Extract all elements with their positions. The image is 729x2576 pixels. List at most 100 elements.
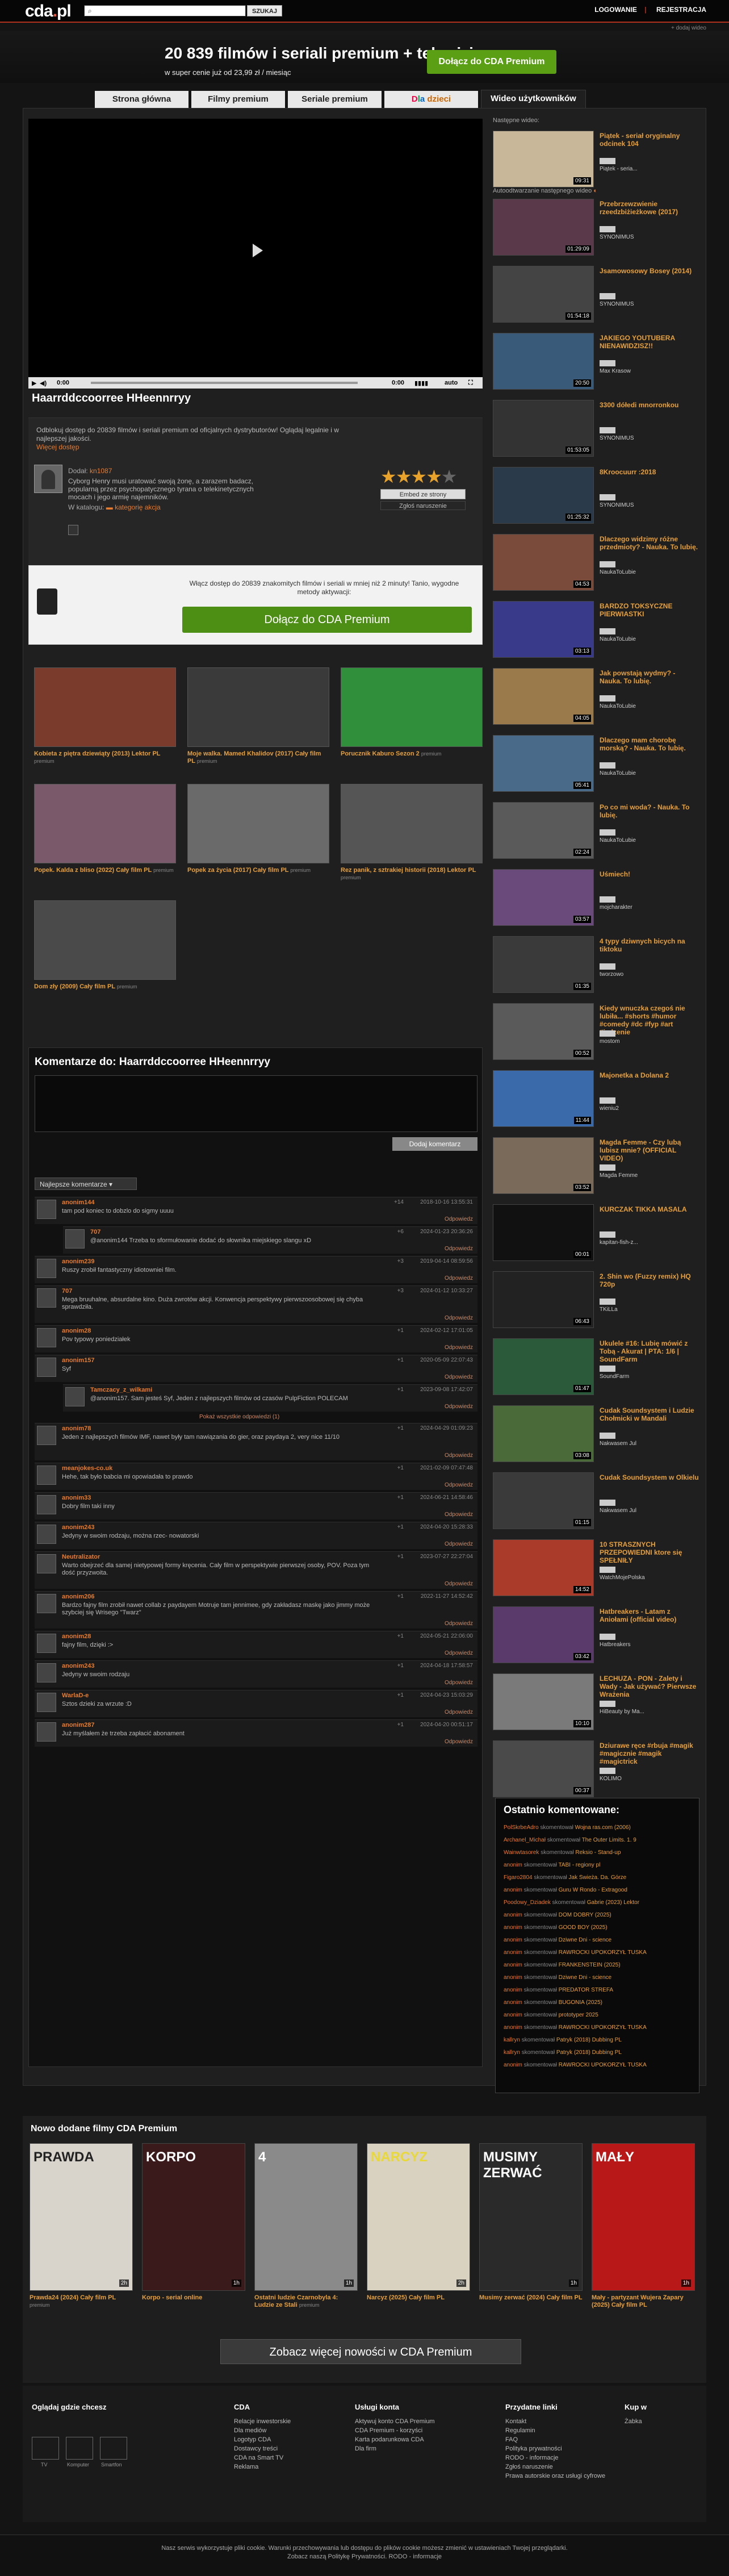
show-replies-link[interactable]: Pokaż wszystkie odpowiedzi (1) xyxy=(199,1414,279,1420)
video-title[interactable]: Jak powstają wydmy? - Nauka. To lubię. xyxy=(600,669,699,685)
computer-icon[interactable] xyxy=(66,2437,93,2460)
author-name[interactable]: anonim239 xyxy=(62,1258,94,1265)
video-uploader[interactable]: NaukaToLubie xyxy=(600,636,636,642)
related-title[interactable]: Moje walka. Mamed Khalidov (2017) Cały f… xyxy=(187,750,329,765)
reply-link[interactable]: Odpowiedz xyxy=(445,1621,473,1627)
video-title[interactable]: JAKIEGO YOUTUBERA NIENAWIDZISZ!! xyxy=(600,334,699,350)
privacy-link[interactable]: Zobacz naszą Politykę Prywatności. RODO … xyxy=(287,2553,442,2560)
reply-link[interactable]: Odpowiedz xyxy=(445,1650,473,1656)
premium-poster[interactable]: 4 1h xyxy=(254,2143,358,2291)
video-thumbnail[interactable]: 02:24 xyxy=(493,802,594,859)
recommended-video[interactable]: 11:44 Majonetka a Dolana 2 wieniu2 xyxy=(493,1070,702,1133)
recommended-video[interactable]: 02:24 Po co mi woda? - Nauka. To lubię. Na… xyxy=(493,802,702,865)
reply-link[interactable]: Odpowiedz xyxy=(445,1452,473,1459)
comment-votes[interactable]: +1 xyxy=(397,1357,404,1363)
comment-votes[interactable]: +1 xyxy=(397,1524,404,1530)
more-premium-button[interactable]: Zobacz więcej nowości w CDA Premium xyxy=(220,2339,521,2364)
video-player[interactable]: ▶ ◀) 0:00 0:00 ▮▮▮▮ auto ⛶ xyxy=(28,119,483,389)
avatar[interactable] xyxy=(37,1288,56,1308)
video-thumbnail[interactable]: 00:52 xyxy=(493,1003,594,1060)
reply-link[interactable]: Odpowiedz xyxy=(445,1275,473,1281)
recommended-video[interactable]: 01:15 Cudak Soundsystem w Olkielu Nakwasem… xyxy=(493,1472,702,1535)
video-uploader[interactable]: HiBeauty by Ma... xyxy=(600,1709,644,1715)
premium-poster[interactable]: PRAWDA 2h xyxy=(30,2143,133,2291)
video-uploader[interactable]: KOLIMO xyxy=(600,1776,622,1782)
related-item[interactable]: Rez panik, z sztrakiej historii (2018) L… xyxy=(341,784,483,882)
avatar[interactable] xyxy=(37,1722,56,1742)
comment-votes[interactable]: +1 xyxy=(397,1494,404,1501)
footer-link[interactable]: Zgłoś naruszenie xyxy=(505,2462,605,2471)
reply-link[interactable]: Odpowiedz xyxy=(445,1739,473,1745)
video-thumbnail[interactable]: 01:29:09 xyxy=(493,199,594,256)
recommended-video[interactable]: 01:25:32 8Kroocuurr :2018 SYNONIMUS xyxy=(493,467,702,529)
recent-user[interactable]: anonim xyxy=(504,1862,522,1868)
recent-target[interactable]: Wojna ras.com (2006) xyxy=(575,1825,631,1831)
login-link[interactable]: LOGOWANIE xyxy=(594,6,637,14)
comment-votes[interactable]: +1 xyxy=(397,1722,404,1728)
tab-premium-movies[interactable]: Filmy premium xyxy=(191,91,285,108)
related-title[interactable]: Kobieta z piętra dziewiąty (2013) Lektor… xyxy=(34,750,176,765)
video-title[interactable]: 10 STRASZNYCH PRZEPOWIEDNI ktore się SPE… xyxy=(600,1540,699,1564)
recent-target[interactable]: The Outer Limits. 1. 9 xyxy=(582,1837,636,1843)
video-thumbnail[interactable]: 00:37 xyxy=(493,1740,594,1797)
comment-votes[interactable]: +3 xyxy=(397,1288,404,1294)
footer-link[interactable]: Polityka prywatności xyxy=(505,2444,605,2453)
comment-votes[interactable]: +6 xyxy=(397,1229,404,1235)
comment-votes[interactable]: +1 xyxy=(397,1663,404,1669)
share-icon[interactable] xyxy=(68,525,78,535)
video-uploader[interactable]: kapitan-fish-z... xyxy=(600,1239,638,1246)
footer-link[interactable]: RODO - informacje xyxy=(505,2453,605,2462)
reply-link[interactable]: Odpowiedz xyxy=(445,1216,473,1222)
footer-link[interactable]: Karta podarunkowa CDA xyxy=(355,2435,435,2444)
video-thumbnail[interactable]: 03:08 xyxy=(493,1405,594,1462)
video-title[interactable]: Dlaczego widzimy różne przedmioty? - Nau… xyxy=(600,535,699,551)
footer-link[interactable]: Kontakt xyxy=(505,2417,605,2426)
avatar[interactable] xyxy=(37,1594,56,1613)
recent-target[interactable]: prototyper 2025 xyxy=(559,2012,598,2018)
related-item[interactable]: Porucznik Kaburo Sezon 2 premium xyxy=(341,667,483,758)
recent-target[interactable]: RAWROCKI UPOKORZYŁ TUSKA xyxy=(559,1949,647,1956)
comment-votes[interactable]: +1 xyxy=(397,1465,404,1471)
video-title[interactable]: LECHUZA - PON - Zalety i Wady - Jak używ… xyxy=(600,1675,699,1698)
video-thumbnail[interactable]: 14:52 xyxy=(493,1539,594,1596)
avatar[interactable] xyxy=(37,1693,56,1712)
video-thumbnail[interactable]: 10:10 xyxy=(493,1673,594,1730)
reply-link[interactable]: Odpowiedz xyxy=(445,1315,473,1321)
reply-link[interactable]: Odpowiedz xyxy=(445,1374,473,1380)
recommended-video[interactable]: 04:05 Jak powstają wydmy? - Nauka. To lub… xyxy=(493,668,702,730)
report-button[interactable]: Zgłoś naruszenie xyxy=(380,501,466,510)
avatar[interactable] xyxy=(37,1525,56,1544)
video-uploader[interactable]: WatchMojePolska xyxy=(600,1575,645,1581)
video-uploader[interactable]: mojcharakter xyxy=(600,904,632,911)
video-uploader[interactable]: Nakwasem Jul xyxy=(600,1441,636,1447)
video-uploader[interactable]: SYNONIMUS xyxy=(600,301,634,307)
uploader-name[interactable]: kn1087 xyxy=(90,467,112,475)
video-title[interactable]: Magda Femme - Czy lubą lubisz mnie? (OFF… xyxy=(600,1138,699,1162)
premium-poster[interactable]: MUSIMY ZERWAĆ 1h xyxy=(479,2143,583,2291)
video-thumbnail[interactable]: 01:47 xyxy=(493,1338,594,1395)
category-value[interactable]: ▬ kategorię akcja xyxy=(106,503,161,511)
video-title[interactable]: Po co mi woda? - Nauka. To lubię. xyxy=(600,803,699,819)
premium-poster[interactable]: MAŁY 1h xyxy=(592,2143,695,2291)
recommended-video[interactable]: 03:08 Cudak Soundsystem i Ludzie Chołmick… xyxy=(493,1405,702,1468)
related-title[interactable]: Rez panik, z sztrakiej historii (2018) L… xyxy=(341,867,483,882)
recent-user[interactable]: anonim xyxy=(504,1912,522,1918)
recent-target[interactable]: DOM DOBRY (2025) xyxy=(559,1912,611,1918)
recent-user[interactable]: anonim xyxy=(504,2062,522,2068)
recommended-video[interactable]: 10:10 LECHUZA - PON - Zalety i Wady - Jak… xyxy=(493,1673,702,1736)
video-uploader[interactable]: TKiLLa xyxy=(600,1306,618,1313)
video-thumbnail[interactable]: 03:52 xyxy=(493,1137,594,1194)
related-item[interactable]: Popek za życia (2017) Cały film PL premi… xyxy=(187,784,329,874)
play-pause-icon[interactable]: ▶ xyxy=(32,379,36,387)
video-thumbnail[interactable]: 05:41 xyxy=(493,735,594,792)
video-title[interactable]: 2. Shin wo (Fuzzy remix) HQ 720p xyxy=(600,1272,699,1288)
recommended-video[interactable]: 01:47 Ukulele #16: Lubię mówić z Tobą - A… xyxy=(493,1338,702,1401)
video-title[interactable]: Hatbreakers - Latam z Aniołami (official… xyxy=(600,1608,699,1623)
recommended-video[interactable]: 06:43 2. Shin wo (Fuzzy remix) HQ 720p TKi… xyxy=(493,1271,702,1334)
video-thumbnail[interactable]: 01:53:05 xyxy=(493,400,594,457)
avatar[interactable] xyxy=(37,1358,56,1377)
video-title[interactable]: BARDZO TOKSYCZNE PIERWIASTKI xyxy=(600,602,699,618)
premium-poster[interactable]: NARCYZ 2h xyxy=(367,2143,470,2291)
video-uploader[interactable]: NaukaToLubie xyxy=(600,837,636,844)
comment-votes[interactable]: +1 xyxy=(397,1327,404,1334)
